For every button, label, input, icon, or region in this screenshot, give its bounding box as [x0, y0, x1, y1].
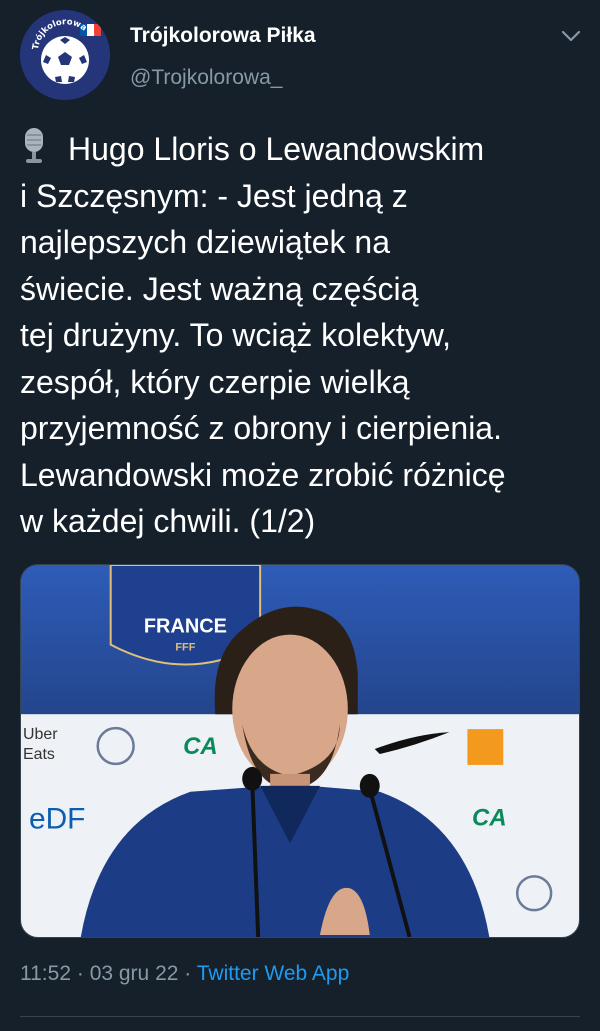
display-name[interactable]: Trójkolorowa Piłka [130, 24, 316, 48]
meta-separator: · [76, 962, 84, 985]
avatar[interactable]: Trójkolorowa Piłka [20, 10, 110, 100]
svg-text:CA: CA [472, 805, 507, 832]
user-handle[interactable]: @Trojkolorowa_ [130, 66, 282, 90]
chevron-down-icon[interactable] [558, 24, 584, 48]
media-ca-text: CA [183, 733, 218, 760]
media-edf-text: eDF [29, 803, 85, 836]
tweet-body: Hugo Lloris o Lewandowskim i Szczęsnym: … [20, 126, 585, 545]
football-icon: Trójkolorowa Piłka [20, 10, 110, 100]
meta-separator: · [184, 962, 192, 985]
media-fff-text: FFF [175, 642, 195, 654]
tweet-time[interactable]: 11:52 [20, 962, 71, 985]
tweet-meta: 11:52 · 03 gru 22 · Twitter Web App [20, 962, 349, 986]
microphone-icon [20, 128, 48, 164]
media-eats-text: Eats [23, 746, 55, 763]
media-france-text: FRANCE [144, 616, 227, 638]
tweet-text: Hugo Lloris o Lewandowskim i Szczęsnym: … [20, 131, 506, 539]
source-app-link[interactable]: Twitter Web App [197, 962, 350, 985]
tweet-photo[interactable]: FRANCE FFF Uber Eats CA eDF CA [20, 564, 580, 938]
media-uber-text: Uber [23, 726, 58, 743]
divider [20, 1016, 580, 1017]
tweet-date[interactable]: 03 gru 22 [90, 962, 179, 985]
